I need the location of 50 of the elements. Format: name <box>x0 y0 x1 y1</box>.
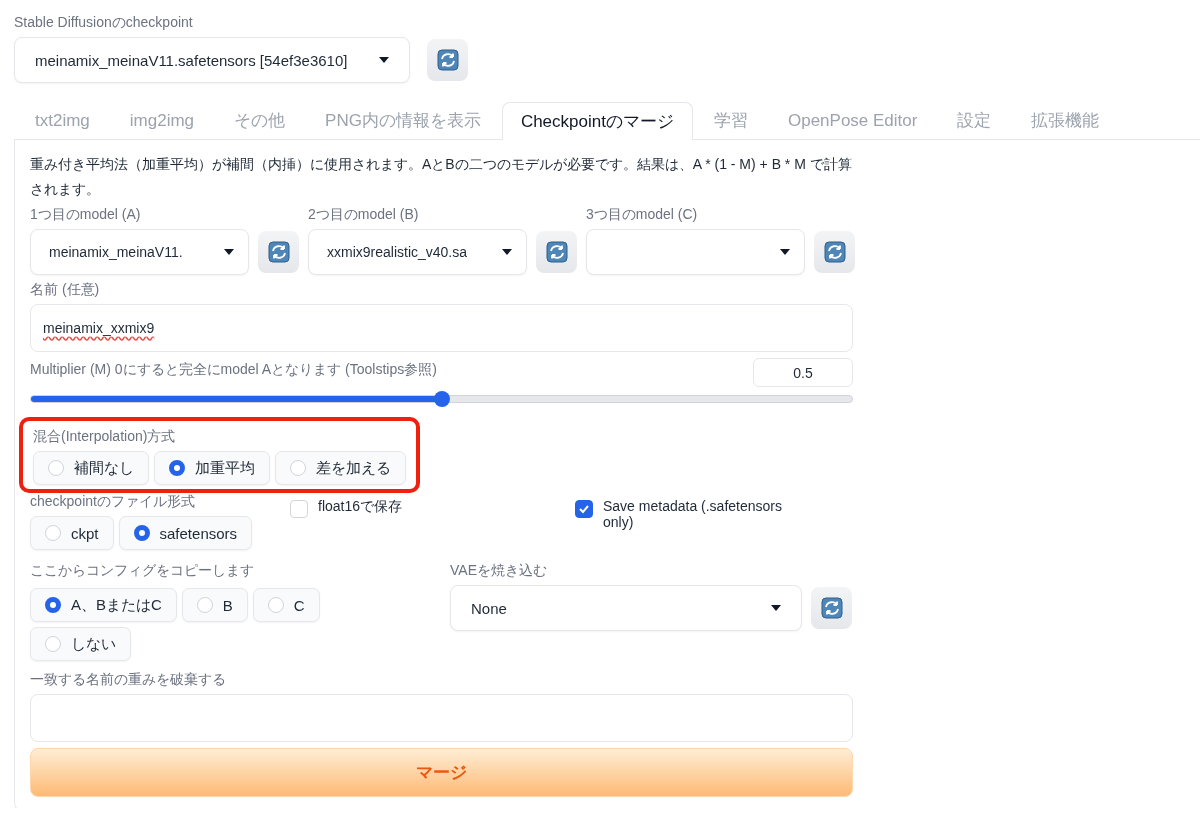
refresh-icon <box>545 241 568 263</box>
radio-option[interactable]: ckpt <box>30 516 114 550</box>
field-label: VAEを焼き込む <box>450 562 548 580</box>
refresh-button[interactable] <box>814 231 855 273</box>
radio-option[interactable]: しない <box>30 627 131 661</box>
spellcheck-underline: meinamix_xxmix9 <box>43 320 155 336</box>
text-input[interactable] <box>30 694 853 742</box>
checkbox-option[interactable]: Save metadata (.safetensors only) <box>575 498 803 530</box>
vae-dropdown[interactable]: None <box>450 585 802 631</box>
radio-option[interactable]: 補間なし <box>33 451 149 485</box>
field-label: 1つ目のmodel (A) <box>30 206 142 224</box>
tab[interactable]: Checkpointのマージ <box>501 102 693 140</box>
description-text: 重み付き平均法（加重平均）が補間（内挿）に使用されます。AとBの二つのモデルが必要です。結果は、A * (1 - M) + B * M で計算されます。 <box>30 155 853 199</box>
caret-icon <box>224 249 234 255</box>
checkpoint-dropdown[interactable]: meinamix_meinaV11.safetensors [54ef3e3610] <box>14 37 410 83</box>
radio-option[interactable]: safetensors <box>118 516 253 550</box>
refresh-button[interactable] <box>427 39 468 81</box>
name-input[interactable]: meinamix_xxmix9 <box>30 304 853 352</box>
field-label: 名前 (任意) <box>30 281 101 299</box>
refresh-icon <box>267 241 290 263</box>
field-label: Stable Diffusionのcheckpoint <box>14 14 194 32</box>
refresh-button[interactable] <box>536 231 577 273</box>
model-dropdown[interactable]: meinamix_meinaV11. <box>30 229 249 275</box>
checkbox[interactable] <box>575 500 593 518</box>
caret-icon <box>379 57 389 63</box>
caret-icon <box>780 249 790 255</box>
refresh-button[interactable] <box>811 587 852 629</box>
caret-icon <box>771 605 781 611</box>
radio-option[interactable]: A、BまたはC <box>30 588 177 622</box>
field-label: checkpointのファイル形式 <box>30 493 196 511</box>
refresh-button[interactable] <box>258 231 299 273</box>
model-dropdown[interactable]: xxmix9realistic_v40.sa <box>308 229 527 275</box>
radio-option[interactable]: 差を加える <box>275 451 406 485</box>
refresh-icon <box>823 241 846 263</box>
field-label: ここからコンフィグをコピーします <box>30 562 255 580</box>
refresh-icon <box>820 597 843 619</box>
field-label: 一致する名前の重みを破棄する <box>30 671 227 689</box>
number-input[interactable]: 0.5 <box>753 358 853 387</box>
radio-option[interactable]: C <box>252 588 320 622</box>
checkbox-option[interactable]: float16で保存 <box>290 498 403 518</box>
slider-label: Multiplier (M) 0にすると完全にmodel Aとなります (Toolstips参照) <box>30 361 437 379</box>
field-label: 3つ目のmodel (C) <box>586 206 699 224</box>
radio-option[interactable]: 加重平均 <box>154 451 270 485</box>
slider-handle[interactable] <box>433 391 450 407</box>
radio-option[interactable]: B <box>181 588 248 622</box>
caret-icon <box>502 249 512 255</box>
checkmark-icon <box>578 503 590 515</box>
field-label: 2つ目のmodel (B) <box>308 206 420 224</box>
refresh-icon <box>436 49 459 71</box>
field-label: 混合(Interpolation)方式 <box>33 428 177 446</box>
